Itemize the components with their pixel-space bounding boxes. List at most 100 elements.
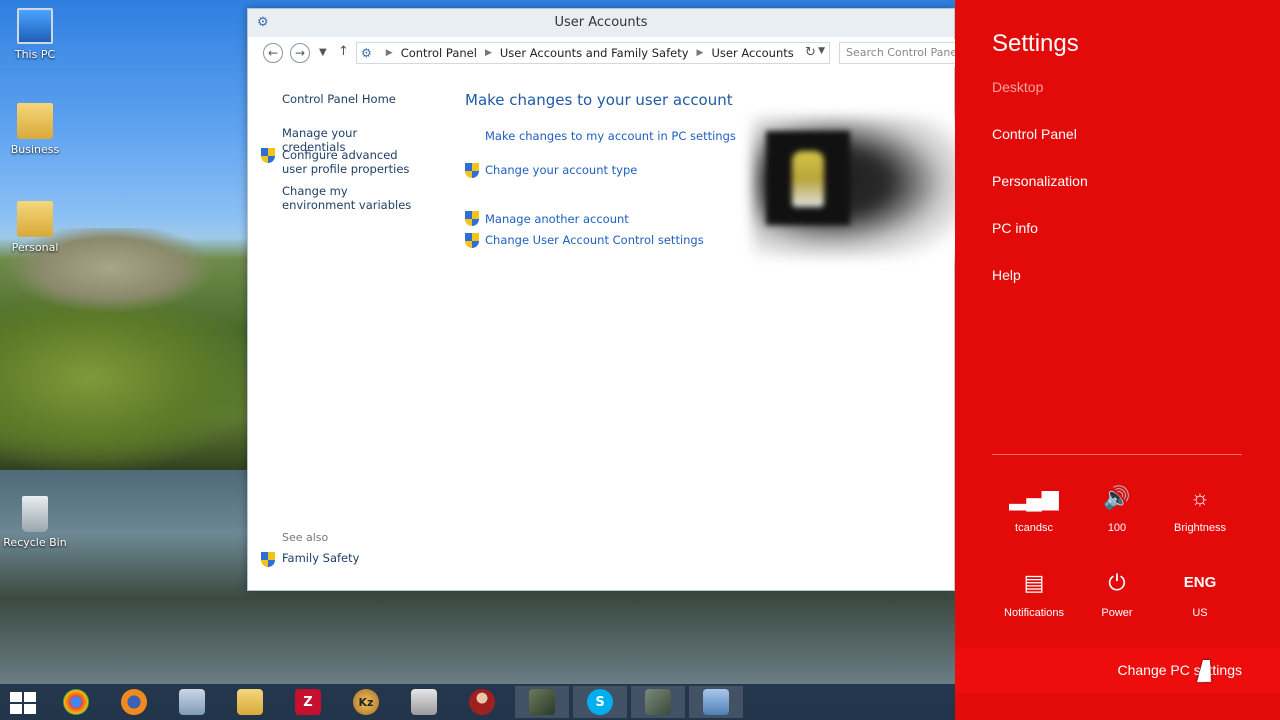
- desktop-icon-label: Recycle Bin: [3, 536, 67, 549]
- navigation-bar: ← → ▼ ↑ ⚙ ▶ Control Panel ▶ User Account…: [248, 39, 956, 67]
- main-heading: Make changes to your user account: [465, 91, 733, 109]
- taskbar-kz[interactable]: Kz: [339, 686, 393, 718]
- agent-icon: [469, 689, 495, 715]
- change-pc-settings-label: Change PC settings: [1117, 662, 1242, 678]
- family-safety-link[interactable]: Family Safety: [282, 551, 422, 565]
- up-arrow-icon[interactable]: ↑: [338, 44, 349, 60]
- taskbar-filezilla[interactable]: Z: [281, 686, 335, 718]
- taskbar-control-panel[interactable]: [689, 686, 743, 718]
- taskbar: Z Kz S: [0, 684, 955, 720]
- taskbar-file-manager[interactable]: [223, 686, 277, 718]
- desktop-icon-personal[interactable]: Personal: [0, 201, 70, 254]
- taskbar-skype[interactable]: S: [573, 686, 627, 718]
- taskbar-terminal[interactable]: [515, 686, 569, 718]
- breadcrumb-user-accounts-family-safety[interactable]: User Accounts and Family Safety: [500, 46, 689, 60]
- configure-profile-properties-link[interactable]: Configure advanced user profile properti…: [282, 148, 422, 176]
- desktop-icon-this-pc[interactable]: This PC: [0, 8, 70, 61]
- uac-settings-link[interactable]: Change User Account Control settings: [485, 233, 704, 247]
- charm-item-help[interactable]: Help: [992, 267, 1021, 283]
- power-tile[interactable]: ⏻ Power: [1077, 569, 1157, 619]
- chrome-icon: [63, 689, 89, 715]
- user-accounts-window: ⚙ User Accounts ← → ▼ ↑ ⚙ ▶ Control Pane…: [247, 8, 963, 591]
- manage-another-account-link[interactable]: Manage another account: [485, 212, 629, 226]
- left-pane: Control Panel Home Manage your credentia…: [248, 75, 448, 585]
- volume-label: 100: [1107, 522, 1127, 534]
- uac-shield-icon: [465, 163, 479, 178]
- charm-item-desktop: Desktop: [992, 79, 1044, 95]
- power-label: Power: [1101, 607, 1133, 619]
- notifications-icon: ▤: [1023, 570, 1045, 595]
- charm-item-pc-info[interactable]: PC info: [992, 220, 1038, 236]
- wifi-signal-icon: ▂▄▆: [1009, 485, 1059, 510]
- taskbar-agent[interactable]: [455, 686, 509, 718]
- pc-settings-account-link[interactable]: Make changes to my account in PC setting…: [485, 129, 736, 143]
- taskbar-chrome[interactable]: [49, 686, 103, 718]
- computer-icon: [17, 8, 53, 44]
- uac-shield-icon: [465, 233, 479, 248]
- charm-title: Settings: [992, 30, 1079, 57]
- language-code: ENG: [1183, 574, 1217, 591]
- folder-icon: [17, 103, 53, 139]
- power-icon: ⏻: [1108, 570, 1126, 595]
- language-tile[interactable]: ENG US: [1160, 569, 1240, 619]
- brightness-label: Brightness: [1174, 522, 1226, 534]
- explorer-icon: [179, 689, 205, 715]
- breadcrumb-user-accounts[interactable]: User Accounts: [711, 46, 793, 60]
- control-panel-icon: ⚙: [361, 46, 372, 60]
- recent-locations-chevron-icon[interactable]: ▼: [319, 45, 327, 61]
- desktop-icon-label: This PC: [14, 48, 56, 61]
- volume-tile[interactable]: 🔊 100: [1077, 484, 1157, 534]
- breadcrumb-control-panel[interactable]: Control Panel: [401, 46, 477, 60]
- folder-icon: [17, 201, 53, 237]
- desktop-icon-business[interactable]: Business: [0, 103, 70, 156]
- control-panel-home-link[interactable]: Control Panel Home: [282, 92, 422, 106]
- window-title: User Accounts: [554, 15, 648, 30]
- recycle-bin-icon: [22, 496, 48, 532]
- notifications-label: Notifications: [1004, 607, 1064, 619]
- language-region-label: US: [1192, 607, 1208, 619]
- brightness-tile[interactable]: ☼ Brightness: [1160, 484, 1240, 534]
- notifications-tile[interactable]: ▤ Notifications: [994, 569, 1074, 619]
- back-button[interactable]: ←: [263, 43, 283, 63]
- forward-button[interactable]: →: [290, 43, 310, 63]
- window-titlebar[interactable]: ⚙ User Accounts: [248, 9, 954, 37]
- network-label: tcandsc: [1015, 522, 1053, 534]
- breadcrumb-separator-icon: ▶: [484, 48, 492, 58]
- wallpaper-mountain: [0, 228, 250, 488]
- terminal-icon: [529, 689, 555, 715]
- taskbar-explorer[interactable]: [165, 686, 219, 718]
- taskbar-recorder[interactable]: [631, 686, 685, 718]
- charm-divider: [992, 454, 1242, 455]
- uac-shield-icon: [465, 211, 479, 226]
- folder-icon: [237, 689, 263, 715]
- charm-item-personalization[interactable]: Personalization: [992, 173, 1088, 189]
- network-tile[interactable]: ▂▄▆ tcandsc: [994, 484, 1074, 534]
- skype-icon: S: [587, 689, 613, 715]
- charm-item-control-panel[interactable]: Control Panel: [992, 126, 1077, 142]
- taskbar-notepad[interactable]: [397, 686, 451, 718]
- settings-charm: Settings Desktop Control Panel Personali…: [955, 0, 1280, 720]
- control-panel-icon: [703, 689, 729, 715]
- environment-variables-link[interactable]: Change my environment variables: [282, 184, 422, 212]
- change-account-type-link[interactable]: Change your account type: [485, 163, 637, 177]
- family-safety-icon: [261, 552, 275, 567]
- brightness-icon: ☼: [1189, 485, 1211, 510]
- volume-icon: 🔊: [1103, 485, 1131, 510]
- address-bar[interactable]: ⚙ ▶ Control Panel ▶ User Accounts and Fa…: [356, 42, 830, 64]
- kz-icon: Kz: [353, 689, 379, 715]
- search-input[interactable]: Search Control Panel: [839, 42, 956, 64]
- breadcrumb-separator-icon: ▶: [696, 48, 704, 58]
- filezilla-icon: Z: [295, 689, 321, 715]
- change-pc-settings-button[interactable]: Change PC settings: [955, 648, 1280, 693]
- start-button[interactable]: [10, 692, 36, 714]
- taskbar-firefox[interactable]: [107, 686, 161, 718]
- desktop-icon-label: Business: [10, 143, 60, 156]
- desktop-icon-recycle-bin[interactable]: Recycle Bin: [0, 496, 70, 549]
- account-picture[interactable]: [766, 131, 850, 225]
- uac-shield-icon: [261, 148, 275, 163]
- firefox-icon: [121, 689, 147, 715]
- desktop-icon-label: Personal: [11, 241, 59, 254]
- refresh-icon[interactable]: ↻: [805, 45, 816, 60]
- address-dropdown-icon[interactable]: ▼: [818, 46, 825, 56]
- see-also-label: See also: [282, 531, 329, 544]
